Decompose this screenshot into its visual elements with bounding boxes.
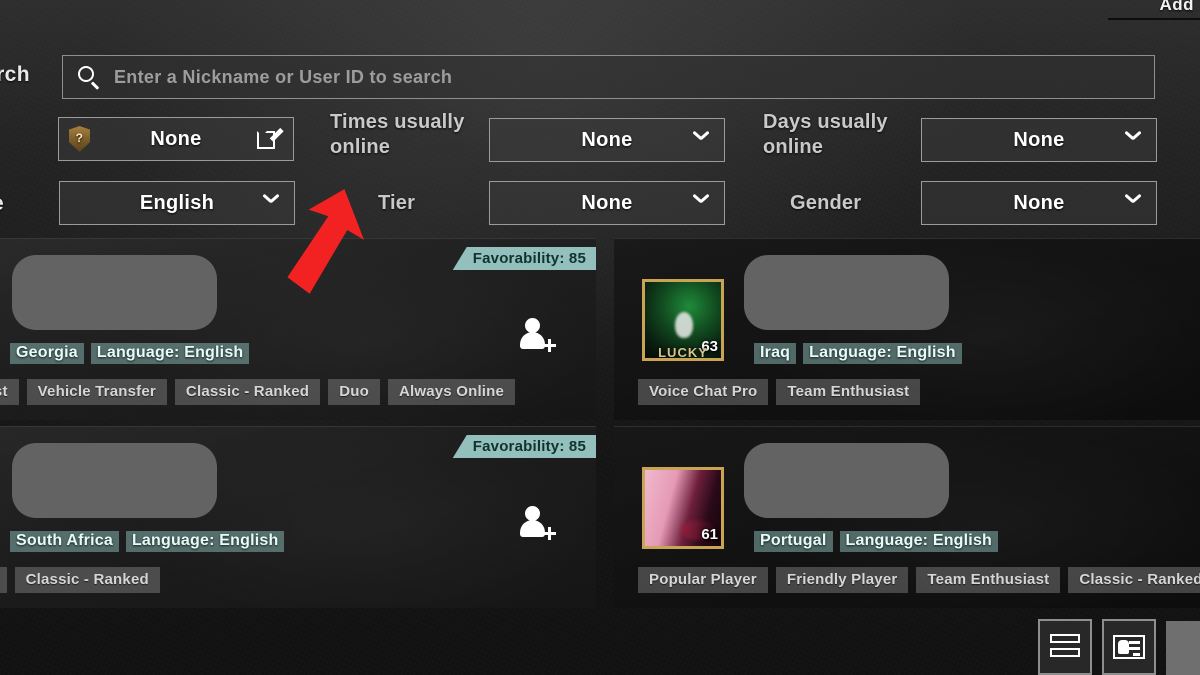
nickname-redacted — [12, 255, 217, 330]
language-chip: Language: English — [803, 343, 962, 364]
chevron-down-icon — [262, 194, 278, 210]
player-card[interactable]: Favorability: 85 Georgia Language: Engli… — [0, 238, 596, 420]
gender-label: Gender — [790, 192, 862, 214]
player-tag: er — [0, 567, 7, 593]
list-view-button[interactable] — [1038, 619, 1092, 675]
player-tag: Friendly Player — [775, 567, 909, 593]
chevron-down-icon — [1124, 194, 1140, 210]
search-icon — [77, 65, 101, 90]
add-friend-icon[interactable] — [518, 505, 558, 540]
player-tag: Duo — [328, 379, 380, 405]
player-tag: Classic - Ranked — [1068, 567, 1200, 593]
player-tags: er Classic - Ranked — [0, 567, 160, 593]
avatar[interactable]: 63 LUCKY — [642, 279, 724, 361]
avatar-level: 61 — [701, 526, 718, 543]
language-chip: Language: English — [90, 343, 250, 364]
favorability-badge: Favorability: 85 — [452, 247, 596, 270]
tier-value: None — [581, 191, 633, 214]
list-view-icon — [1050, 634, 1080, 660]
nickname-redacted — [744, 255, 949, 330]
player-tags: iast Vehicle Transfer Classic - Ranked D… — [0, 379, 516, 405]
card-view-button[interactable] — [1102, 619, 1156, 675]
game-screen: Add arch Enter a Nickname or User ID to … — [0, 0, 1200, 675]
chevron-down-icon — [692, 131, 708, 147]
edit-icon[interactable] — [257, 127, 281, 151]
country-chip: Iraq — [754, 343, 797, 364]
tier-badge-value: None — [150, 127, 202, 150]
chevron-down-icon — [1124, 131, 1140, 147]
chevron-down-icon — [692, 194, 708, 210]
player-meta: Georgia Language: English — [10, 343, 250, 364]
add-friend-icon[interactable] — [518, 317, 558, 352]
nickname-redacted — [12, 443, 217, 518]
player-tag: Classic - Ranked — [14, 567, 160, 593]
gender-value: None — [1013, 191, 1065, 214]
days-online-value: None — [1013, 128, 1065, 151]
player-meta: Iraq Language: English — [754, 343, 962, 364]
language-value: English — [139, 191, 215, 214]
top-cut-label: Add — [1159, 0, 1194, 14]
view-mode-buttons — [1038, 619, 1200, 675]
player-tag: Team Enthusiast — [776, 379, 921, 405]
player-card[interactable]: Favorability: 85 South Africa Language: … — [0, 426, 596, 608]
player-tag: Always Online — [387, 379, 516, 405]
player-tag: Popular Player — [638, 567, 768, 593]
country-chip: Georgia — [10, 343, 84, 364]
days-online-label: Days usually online — [763, 111, 888, 158]
avatar[interactable]: 61 — [642, 467, 724, 549]
times-online-select[interactable]: None — [489, 118, 725, 162]
player-tag: Vehicle Transfer — [26, 379, 167, 405]
country-chip: South Africa — [10, 531, 119, 552]
shield-question-icon: ? — [69, 126, 90, 152]
player-tag: Classic - Ranked — [174, 379, 321, 405]
country-chip: Portugal — [754, 531, 833, 552]
search-placeholder: Enter a Nickname or User ID to search — [114, 66, 453, 87]
player-meta: Portugal Language: English — [754, 531, 999, 552]
tier-badge-selector[interactable]: ? None — [58, 117, 294, 161]
player-card[interactable]: 63 LUCKY Iraq Language: English Voice Ch… — [614, 238, 1200, 420]
language-chip: Language: English — [839, 531, 999, 552]
extra-panel-button[interactable] — [1166, 621, 1200, 675]
favorability-badge: Favorability: 85 — [452, 435, 596, 458]
player-meta: South Africa Language: English — [10, 531, 285, 552]
search-input[interactable]: Enter a Nickname or User ID to search — [62, 55, 1155, 99]
player-tags: Voice Chat Pro Team Enthusiast — [638, 379, 921, 405]
nickname-redacted — [744, 443, 949, 518]
filter-panel: arch Enter a Nickname or User ID to sear… — [0, 0, 1200, 236]
player-tag: Voice Chat Pro — [638, 379, 769, 405]
top-divider — [1108, 18, 1200, 20]
player-results-grid: Favorability: 85 Georgia Language: Engli… — [0, 238, 1200, 675]
times-online-value: None — [581, 128, 633, 151]
times-online-label: Times usually online — [330, 111, 465, 158]
player-tag: iast — [0, 379, 19, 405]
days-online-select[interactable]: None — [921, 118, 1157, 162]
language-select[interactable]: English — [59, 181, 295, 225]
avatar-frame-name: LUCKY — [658, 345, 708, 360]
language-label: e — [0, 192, 4, 216]
language-chip: Language: English — [125, 531, 285, 552]
player-tags: Popular Player Friendly Player Team Enth… — [638, 567, 1200, 593]
gender-select[interactable]: None — [921, 181, 1157, 225]
tier-select[interactable]: None — [489, 181, 725, 225]
search-label: arch — [0, 63, 30, 86]
player-card[interactable]: 61 Portugal Language: English Popular Pl… — [614, 426, 1200, 608]
card-view-icon — [1113, 635, 1145, 659]
player-tag: Team Enthusiast — [916, 567, 1061, 593]
tier-label: Tier — [378, 192, 416, 214]
